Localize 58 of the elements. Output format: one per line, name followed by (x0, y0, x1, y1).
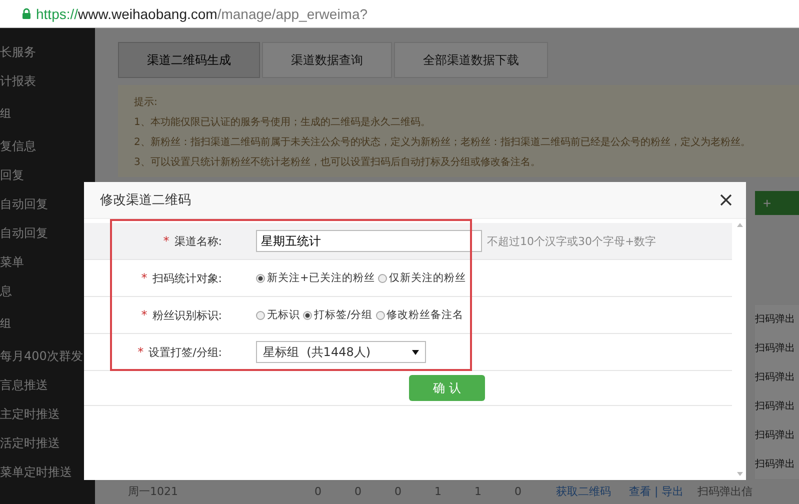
table-cell: 扫码弹出 (755, 334, 799, 363)
create-button[interactable]: + (755, 190, 799, 215)
table-cell: 扫码弹出 (755, 450, 799, 479)
radio-button[interactable] (303, 310, 312, 320)
radio-label[interactable]: 新关注+已关注的粉丝 (267, 271, 375, 285)
field-label: 扫码统计对象: (152, 272, 222, 284)
required-mark: * (163, 234, 170, 248)
table-cell-text: 1 (474, 484, 482, 498)
group-dropdown[interactable]: 星标组 (共1448人) (256, 341, 426, 363)
required-mark: * (138, 344, 144, 358)
sidebar-item[interactable]: 长服务 (0, 38, 95, 67)
tab[interactable]: 渠道数据查询 (262, 42, 392, 78)
scroll-down-icon[interactable] (737, 472, 743, 476)
table-cell-text: 扫码弹出信 (698, 484, 754, 499)
channel-name-field[interactable]: 星期五统计 (256, 230, 482, 252)
required-mark: * (141, 270, 148, 284)
table-cell-text: 0 (314, 484, 322, 498)
scroll-up-icon[interactable] (737, 223, 743, 227)
table-cell-text: 0 (394, 484, 402, 498)
close-icon[interactable] (720, 194, 732, 206)
caret-icon (412, 350, 419, 354)
notice-line: 3、可以设置只统计新粉丝不统计老粉丝，也可以设置扫码后自动打标及分组或修改备注名。 (134, 156, 542, 170)
table-cell: 扫码弹出 (755, 392, 799, 421)
tab[interactable]: 全部渠道数据下载 (394, 42, 548, 78)
sidebar-item[interactable]: 计报表 (0, 67, 95, 96)
required-mark: * (141, 308, 148, 322)
sidebar-heading: 组 (0, 106, 12, 122)
dialog-title: 修改渠道二维码 (100, 192, 191, 209)
notice-title: 提示: (134, 96, 158, 110)
field-label: 设置打签/分组: (148, 346, 222, 358)
table-cell: 扫码弹出 (755, 304, 799, 334)
radio-button[interactable] (256, 274, 265, 282)
table-cell-text: 0 (354, 484, 362, 498)
radio-button[interactable] (256, 310, 265, 320)
radio-label[interactable]: 仅新关注的粉丝 (388, 271, 466, 285)
sidebar-item[interactable]: 复信息 (0, 132, 95, 161)
sidebar-heading: 组 (0, 316, 12, 332)
radio-label[interactable]: 打标签/分组 (314, 308, 373, 322)
confirm-button[interactable]: 确 认 (409, 375, 485, 401)
lock-icon (22, 8, 31, 19)
table-cell: 扫码弹出 (755, 420, 799, 450)
field-label: 粉丝识别标识: (152, 308, 222, 322)
radio-label[interactable]: 无标识 (267, 308, 300, 322)
radio-label[interactable]: 修改粉丝备注名 (386, 308, 464, 322)
field-hint: 不超过10个汉字或30个字母+数字 (487, 234, 656, 248)
radio-button[interactable] (378, 274, 387, 282)
table-link[interactable]: 获取二维码 (556, 484, 611, 499)
table-cell: 扫码弹出 (755, 362, 799, 392)
field-label: 渠道名称: (174, 234, 222, 248)
notice-line: 1、本功能仅限已认证的服务号使用；生成的二维码是永久二维码。 (134, 116, 432, 130)
table-cell-text: 1 (434, 484, 442, 498)
table-cell-text: 周一1021 (127, 484, 179, 499)
url-text: https://www.weihaobang.com/manage/app_erweima? (36, 6, 368, 22)
radio-button[interactable] (376, 310, 385, 320)
notice-line: 2、新粉丝：指扫渠道二维码前属于未关注公众号的状态，定义为新粉丝；老粉丝：指扫渠道二维码前已经是公众号的粉丝，定义为老粉丝。 (134, 136, 752, 150)
table-cell-text: 0 (514, 484, 522, 498)
tab[interactable]: 渠道二维码生成 (118, 42, 260, 78)
table-link[interactable]: 查看 | 导出 (629, 484, 684, 499)
